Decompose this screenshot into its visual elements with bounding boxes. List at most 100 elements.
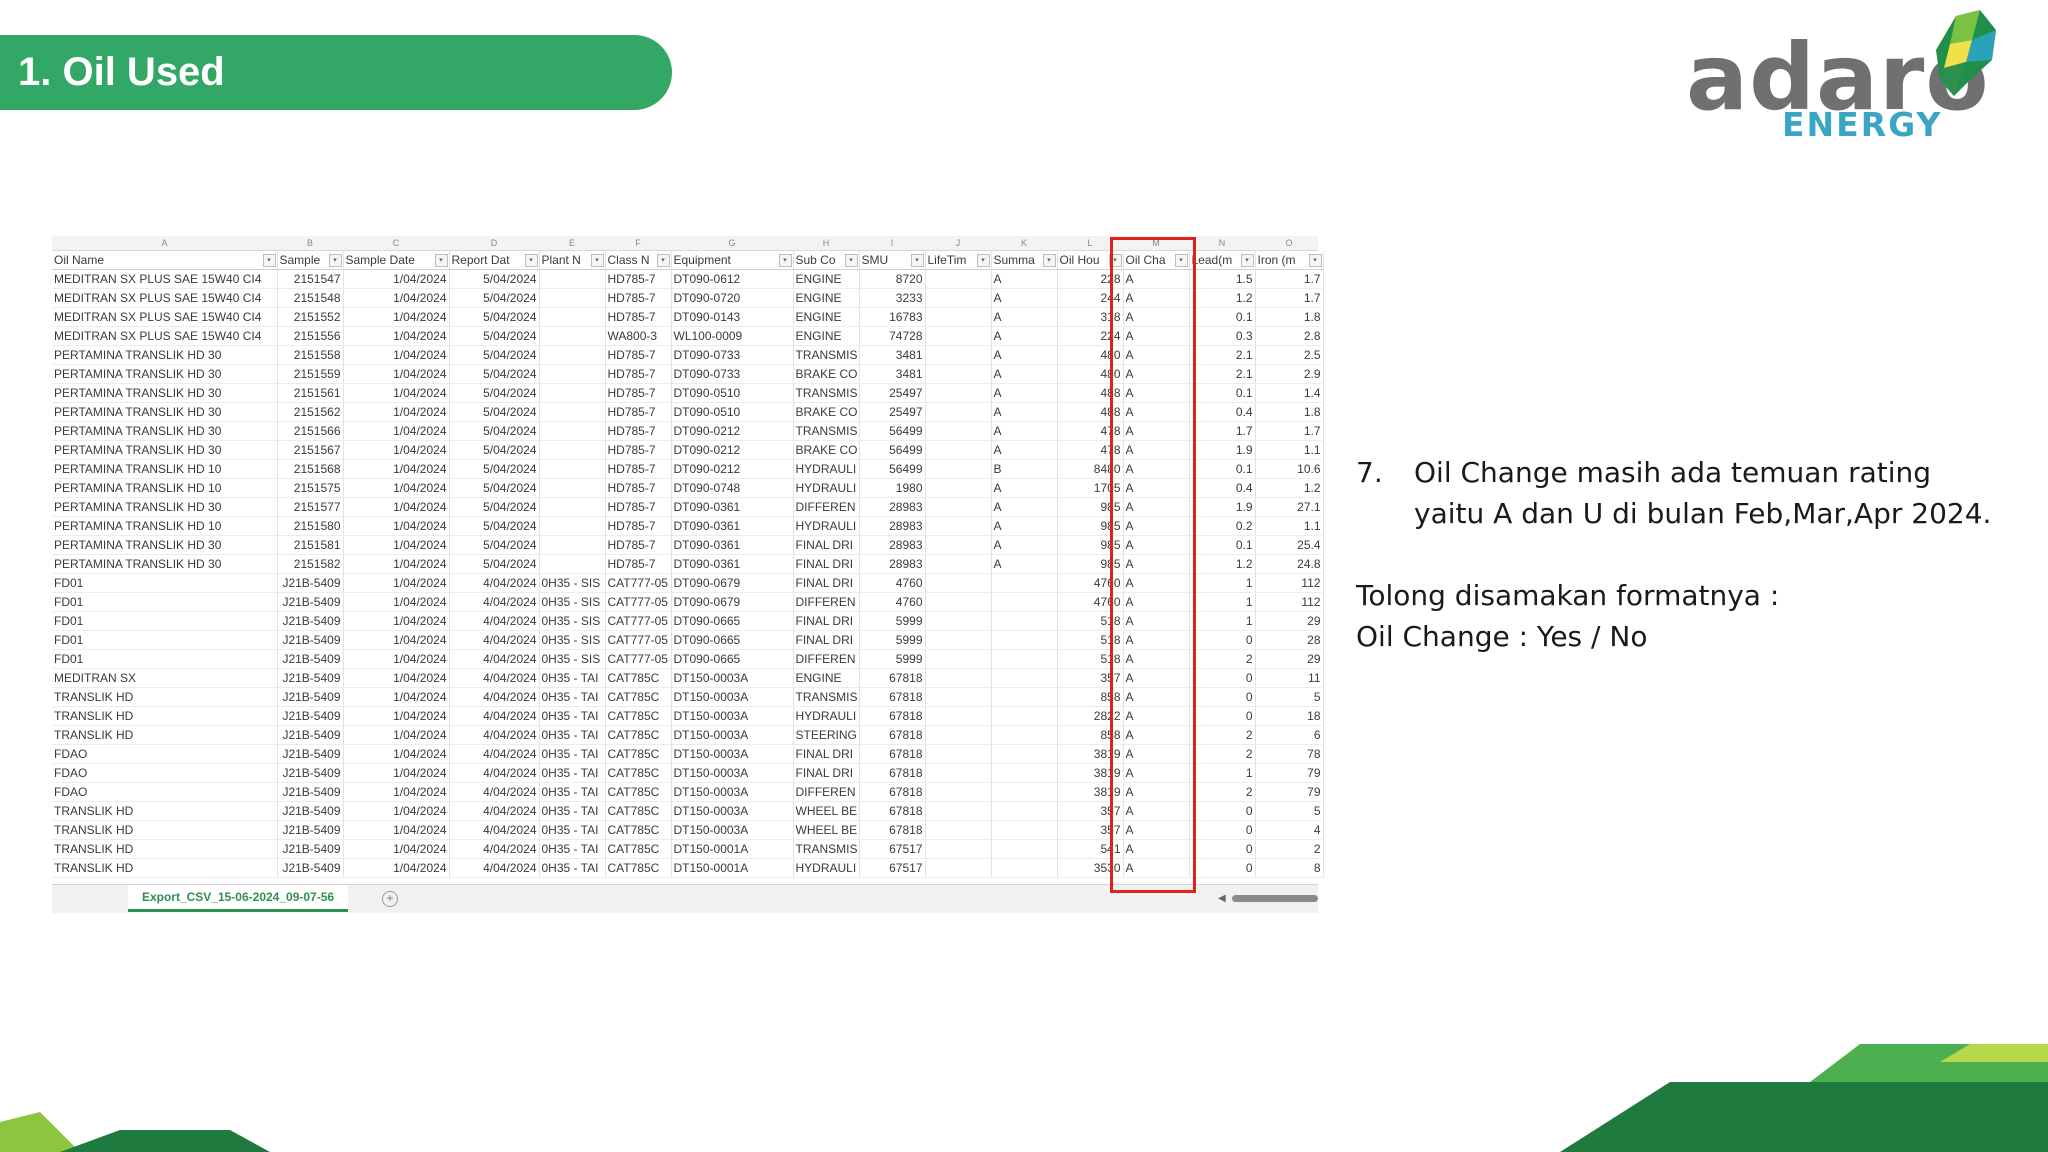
table-cell[interactable]	[991, 649, 1058, 669]
table-cell[interactable]: 5/04/2024	[449, 554, 540, 574]
table-cell[interactable]	[925, 649, 992, 669]
table-cell[interactable]: 79	[1255, 763, 1324, 783]
table-cell[interactable]: HD785-7	[605, 478, 672, 498]
sheet-tab-export[interactable]: Export_CSV_15-06-2024_09-07-56	[128, 885, 348, 912]
table-cell[interactable]: PERTAMINA TRANSLIK HD 10	[52, 478, 278, 498]
table-cell[interactable]: 1/04/2024	[343, 858, 450, 878]
table-cell[interactable]: BRAKE CO	[793, 364, 860, 384]
table-cell[interactable]: 0.1	[1189, 459, 1256, 479]
table-cell[interactable]: 4/04/2024	[449, 801, 540, 821]
table-cell[interactable]	[925, 402, 992, 422]
table-cell[interactable]: HD785-7	[605, 516, 672, 536]
table-cell[interactable]: 10.6	[1255, 459, 1324, 479]
table-cell[interactable]: 5	[1255, 687, 1324, 707]
table-cell[interactable]: 0H35 - TAI	[539, 668, 606, 688]
table-cell[interactable]: 5/04/2024	[449, 383, 540, 403]
table-cell[interactable]: 1/04/2024	[343, 459, 450, 479]
table-cell[interactable]: DT150-0003A	[671, 801, 794, 821]
column-header[interactable]: Report Dat ▾	[449, 251, 540, 270]
table-cell[interactable]	[925, 763, 992, 783]
table-cell[interactable]: DIFFEREN	[793, 649, 860, 669]
table-cell[interactable]	[925, 288, 992, 308]
table-cell[interactable]: J21B-5409	[277, 820, 344, 840]
table-cell[interactable]: 4/04/2024	[449, 725, 540, 745]
table-cell[interactable]: B	[991, 459, 1058, 479]
table-cell[interactable]	[991, 611, 1058, 631]
table-cell[interactable]: TRANSLIK HD	[52, 820, 278, 840]
table-cell[interactable]: HD785-7	[605, 269, 672, 289]
column-header[interactable]: Summa ▾	[991, 251, 1058, 270]
table-cell[interactable]: A	[991, 383, 1058, 403]
table-cell[interactable]: CAT777-05	[605, 649, 672, 669]
table-cell[interactable]: 2.8	[1255, 326, 1324, 346]
table-cell[interactable]: 0.2	[1189, 516, 1256, 536]
table-cell[interactable]: TRANSMIS	[793, 345, 860, 365]
table-cell[interactable]: CAT785C	[605, 782, 672, 802]
table-cell[interactable]: J21B-5409	[277, 858, 344, 878]
filter-dropdown-icon[interactable]: ▾	[656, 254, 670, 267]
table-cell[interactable]: HYDRAULI	[793, 706, 860, 726]
table-cell[interactable]: MEDITRAN SX	[52, 668, 278, 688]
table-cell[interactable]: CAT785C	[605, 725, 672, 745]
table-cell[interactable]: 25497	[859, 383, 926, 403]
table-cell[interactable]: FDAO	[52, 782, 278, 802]
column-letter[interactable]: E	[539, 236, 605, 250]
table-cell[interactable]: A	[991, 269, 1058, 289]
table-cell[interactable]: J21B-5409	[277, 706, 344, 726]
table-cell[interactable]: 1	[1189, 573, 1256, 593]
table-cell[interactable]	[991, 858, 1058, 878]
table-cell[interactable]: 1	[1189, 611, 1256, 631]
table-cell[interactable]: 1/04/2024	[343, 573, 450, 593]
table-cell[interactable]: 29	[1255, 649, 1324, 669]
column-letter[interactable]: D	[449, 236, 539, 250]
table-cell[interactable]: TRANSMIS	[793, 383, 860, 403]
table-cell[interactable]: DT090-0361	[671, 554, 794, 574]
table-cell[interactable]: PERTAMINA TRANSLIK HD 30	[52, 421, 278, 441]
table-cell[interactable]: 2151556	[277, 326, 344, 346]
table-cell[interactable]: 4/04/2024	[449, 706, 540, 726]
table-cell[interactable]: 1/04/2024	[343, 820, 450, 840]
table-cell[interactable]: 2151568	[277, 459, 344, 479]
table-cell[interactable]: 5/04/2024	[449, 402, 540, 422]
table-cell[interactable]: 2151575	[277, 478, 344, 498]
table-cell[interactable]: A	[991, 345, 1058, 365]
table-cell[interactable]: DT090-0665	[671, 649, 794, 669]
table-cell[interactable]: 8	[1255, 858, 1324, 878]
filter-dropdown-icon[interactable]: ▾	[1308, 254, 1322, 267]
table-cell[interactable]: 1	[1189, 763, 1256, 783]
table-cell[interactable]: 4/04/2024	[449, 820, 540, 840]
table-cell[interactable]: DT090-0212	[671, 459, 794, 479]
table-cell[interactable]: 56499	[859, 459, 926, 479]
table-cell[interactable]: 67818	[859, 801, 926, 821]
column-letter[interactable]: F	[605, 236, 671, 250]
table-cell[interactable]	[925, 687, 992, 707]
filter-dropdown-icon[interactable]: ▾	[434, 254, 448, 267]
table-cell[interactable]: 28	[1255, 630, 1324, 650]
table-cell[interactable]: 25.4	[1255, 535, 1324, 555]
table-cell[interactable]: 5/04/2024	[449, 326, 540, 346]
table-cell[interactable]	[925, 383, 992, 403]
table-cell[interactable]: TRANSLIK HD	[52, 839, 278, 859]
table-cell[interactable]: 1/04/2024	[343, 307, 450, 327]
table-cell[interactable]	[539, 421, 606, 441]
table-cell[interactable]	[925, 535, 992, 555]
table-cell[interactable]: 5/04/2024	[449, 440, 540, 460]
table-cell[interactable]: FINAL DRI	[793, 611, 860, 631]
scroll-left-icon[interactable]: ◀	[1218, 893, 1226, 904]
table-cell[interactable]: 67818	[859, 668, 926, 688]
table-cell[interactable]: 67818	[859, 725, 926, 745]
table-cell[interactable]: J21B-5409	[277, 649, 344, 669]
table-cell[interactable]: 4/04/2024	[449, 592, 540, 612]
table-cell[interactable]: 5/04/2024	[449, 478, 540, 498]
table-cell[interactable]: 2151548	[277, 288, 344, 308]
column-header[interactable]: Sub Co ▾	[793, 251, 860, 270]
column-header[interactable]: SMU ▾	[859, 251, 926, 270]
table-cell[interactable]: 1/04/2024	[343, 554, 450, 574]
column-header[interactable]: Equipment ▾	[671, 251, 794, 270]
table-cell[interactable]: STEERING	[793, 725, 860, 745]
table-cell[interactable]	[539, 364, 606, 384]
table-cell[interactable]: DT150-0003A	[671, 706, 794, 726]
table-cell[interactable]: TRANSLIK HD	[52, 858, 278, 878]
table-cell[interactable]: ENGINE	[793, 288, 860, 308]
table-cell[interactable]: 0.3	[1189, 326, 1256, 346]
